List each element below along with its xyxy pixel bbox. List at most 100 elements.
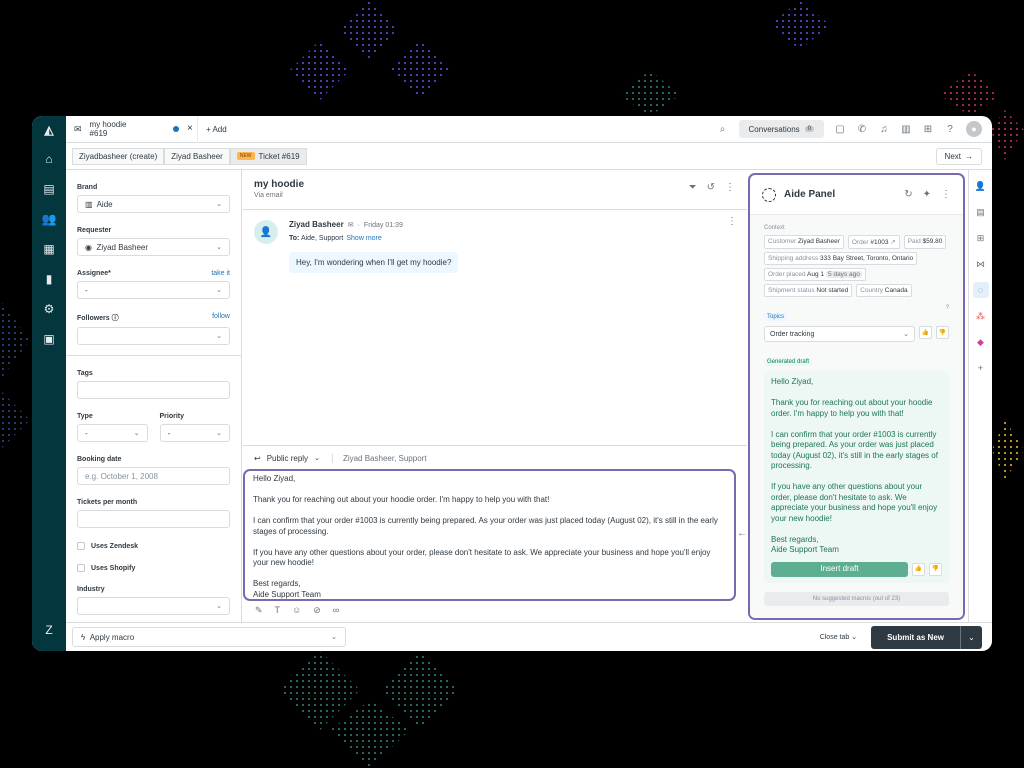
close-tab-select[interactable]: Close tab ⌄ xyxy=(820,633,857,641)
integration-app-icon[interactable]: ◆ xyxy=(973,334,989,350)
submit-options-chevron-icon[interactable]: ⌄ xyxy=(960,625,982,649)
user-profile-icon[interactable]: 👤 xyxy=(973,178,989,194)
user-avatar[interactable]: ● xyxy=(966,121,982,137)
link-icon[interactable]: ∞ xyxy=(333,605,339,616)
text-format-icon[interactable]: T xyxy=(275,605,281,616)
ticket-channel: Via email xyxy=(254,192,283,199)
brand-select[interactable]: ▥ Aide ⌄ xyxy=(77,195,230,213)
brand-label: Brand xyxy=(77,184,98,191)
checkbox-box[interactable] xyxy=(77,564,85,572)
help-icon[interactable]: ? xyxy=(944,124,956,135)
insert-draft-button[interactable]: Insert draft xyxy=(771,562,908,577)
breadcrumb-user-create[interactable]: Ziyadbasheer (create) xyxy=(72,147,165,165)
reporting-icon[interactable]: ▮ xyxy=(32,264,66,294)
sender-name: Ziyad Basheer xyxy=(289,220,344,229)
brand-value: Aide xyxy=(96,199,113,209)
reply-editor[interactable]: Hello Ziyad, Thank you for reaching out … xyxy=(243,469,736,601)
chevron-down-icon: ⌄ xyxy=(851,634,858,641)
emoji-icon[interactable]: ☺ xyxy=(292,605,301,616)
tab-subtitle: #619 xyxy=(89,129,108,138)
generated-draft: Hello Ziyad, Thank you for reaching out … xyxy=(764,371,949,583)
email-icon: ✉ xyxy=(347,222,354,229)
message: 👤 Ziyad Basheer ✉ · Friday 01:39 To: Aide, … xyxy=(243,210,747,273)
products-grid-icon[interactable]: ⊞ xyxy=(922,124,934,135)
tickets-per-month-input[interactable] xyxy=(77,510,230,528)
topic-select[interactable]: Order tracking ⌄ xyxy=(764,326,915,342)
chat-icon[interactable]: ▢ xyxy=(834,124,846,135)
message-options-icon[interactable]: ⋮ xyxy=(727,216,737,227)
priority-select[interactable]: - ⌄ xyxy=(159,424,230,442)
asana-icon[interactable]: ⁂ xyxy=(973,308,989,324)
type-select[interactable]: - ⌄ xyxy=(77,424,148,442)
bowtie-icon[interactable]: ⋈ xyxy=(973,256,989,272)
sender-avatar: 👤 xyxy=(254,220,278,244)
chevron-down-icon: ⌄ xyxy=(133,430,140,437)
tags-input[interactable] xyxy=(77,381,230,399)
conversations-button[interactable]: Conversations 0 xyxy=(738,120,824,138)
checkbox-box[interactable] xyxy=(77,542,85,550)
industry-select[interactable]: ⌄ xyxy=(77,597,230,615)
admin-gear-icon[interactable]: ⚙ xyxy=(32,294,66,324)
phone-icon[interactable]: ✆ xyxy=(856,124,868,135)
apps-grid-icon[interactable]: ⊞ xyxy=(973,230,989,246)
tab-title: my hoodie xyxy=(89,120,127,129)
thumbs-down-icon[interactable]: 👎 xyxy=(936,326,949,339)
search-icon[interactable]: ⌕ xyxy=(717,124,729,135)
pin-icon[interactable]: ✦ xyxy=(923,189,931,200)
booking-date-label: Booking date xyxy=(77,456,122,463)
followers-select[interactable]: ⌄ xyxy=(77,327,230,345)
building-icon[interactable]: ▥ xyxy=(900,124,912,135)
uses-zendesk-label: Uses Zendesk xyxy=(91,542,139,550)
zendesk-logo-icon[interactable]: ◭ xyxy=(32,116,66,144)
context-chip: Shipment status Not started xyxy=(764,284,853,297)
take-it-link[interactable]: take it xyxy=(211,270,230,277)
organizations-icon[interactable]: ▦ xyxy=(32,234,66,264)
reply-mode-select[interactable]: Public reply xyxy=(267,454,308,463)
followers-label: Followers xyxy=(77,315,110,322)
uses-shopify-checkbox[interactable]: Uses Shopify xyxy=(77,564,230,572)
submit-button[interactable]: Submit as New xyxy=(871,625,960,649)
thumbs-up-icon[interactable]: 👍 xyxy=(912,563,925,576)
uses-zendesk-checkbox[interactable]: Uses Zendesk xyxy=(77,542,230,550)
reply-paragraph: I can confirm that your order #1003 is c… xyxy=(253,516,718,536)
breadcrumb: Ziyadbasheer (create) Ziyad Basheer NEW … xyxy=(66,143,992,170)
help-icon[interactable]: ? xyxy=(946,305,949,311)
thumbs-up-icon[interactable]: 👍 xyxy=(919,326,932,339)
breadcrumb-requester[interactable]: Ziyad Basheer xyxy=(164,147,230,165)
more-options-icon[interactable]: ⋮ xyxy=(725,182,735,193)
context-chip[interactable]: Order #1003 ↗ xyxy=(847,235,900,249)
follow-link[interactable]: follow xyxy=(212,313,230,323)
requester-select[interactable]: ◉ Ziyad Basheer ⌄ xyxy=(77,238,230,256)
knowledge-icon[interactable]: ▤ xyxy=(973,204,989,220)
more-options-icon[interactable]: ⋮ xyxy=(941,189,951,200)
close-tab-icon[interactable]: × xyxy=(187,123,193,134)
home-icon[interactable]: ⌂ xyxy=(32,144,66,174)
arrow-right-icon: → xyxy=(965,151,973,161)
apply-macro-select[interactable]: ϟ Apply macro ⌄ xyxy=(72,627,346,647)
chevron-down-icon: ⌄ xyxy=(216,244,222,251)
history-icon[interactable]: ↺ xyxy=(707,182,715,193)
customers-icon[interactable]: 👥 xyxy=(32,204,66,234)
apps-icon[interactable]: ▣ xyxy=(32,324,66,354)
compose-icon[interactable]: ✎ xyxy=(255,605,263,616)
aide-app-icon[interactable]: ◌ xyxy=(972,282,989,298)
arrow-left-icon[interactable]: ← xyxy=(737,528,747,539)
assignee-select[interactable]: - ⌄ xyxy=(77,281,230,299)
assignee-label: Assignee* xyxy=(77,270,111,277)
notifications-bell-icon[interactable]: ♫ xyxy=(878,124,890,135)
reply-recipients[interactable]: Ziyad Basheer, Support xyxy=(331,453,427,463)
next-button[interactable]: Next → xyxy=(935,147,982,165)
add-app-icon[interactable]: + xyxy=(973,360,989,376)
thumbs-down-icon[interactable]: 👎 xyxy=(929,563,942,576)
views-icon[interactable]: ▤ xyxy=(32,174,66,204)
add-tab-button[interactable]: + Add xyxy=(206,125,227,134)
refresh-icon[interactable]: ↻ xyxy=(904,189,912,200)
attachment-icon[interactable]: ⊘ xyxy=(313,605,321,616)
booking-date-input[interactable]: e.g. October 1, 2008 xyxy=(77,467,230,485)
ticket-tab[interactable]: ✉ my hoodie #619 × xyxy=(66,116,198,143)
filter-icon[interactable]: ⏷ xyxy=(689,182,697,193)
requester-value: Ziyad Basheer xyxy=(96,242,149,252)
context-rail: 👤 ▤ ⊞ ⋈ ◌ ⁂ ◆ + xyxy=(968,170,992,622)
breadcrumb-ticket[interactable]: NEW Ticket #619 xyxy=(229,147,307,165)
show-more-link[interactable]: Show more xyxy=(346,235,381,242)
